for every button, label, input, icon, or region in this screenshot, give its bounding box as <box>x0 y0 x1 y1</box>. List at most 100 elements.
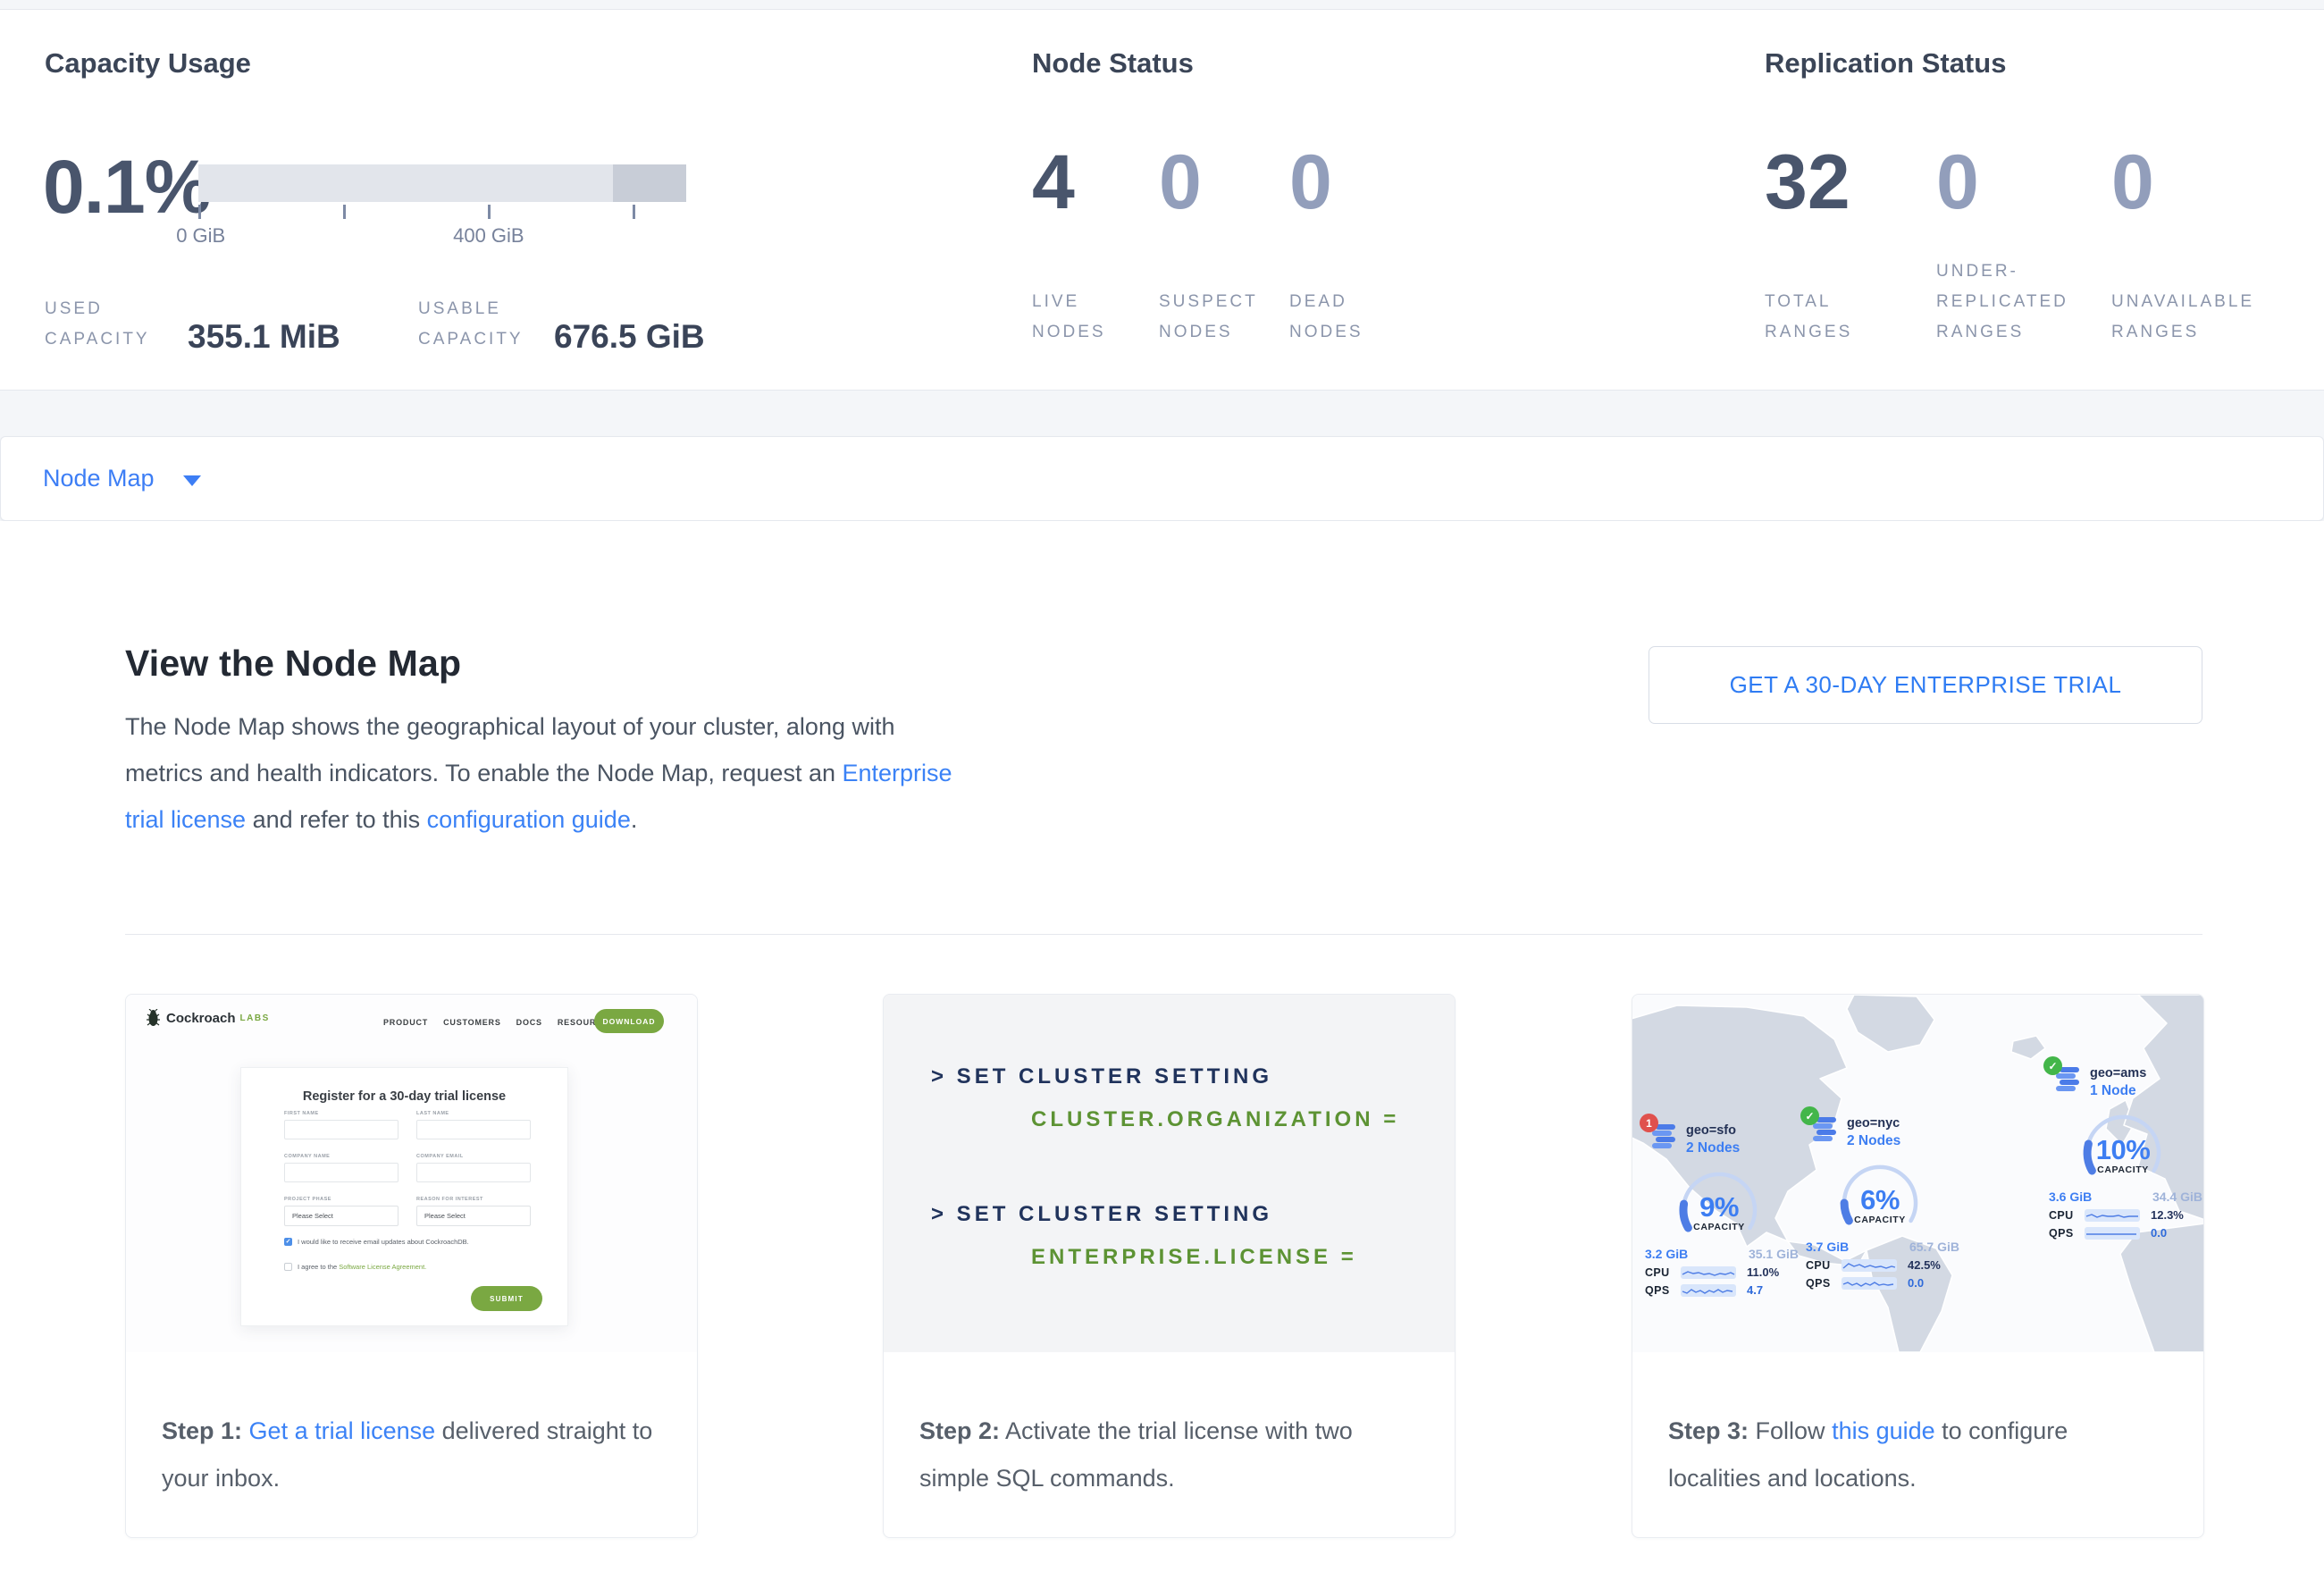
intro-text: . <box>631 806 638 833</box>
unavailable-ranges-value: 0 <box>2111 144 2290 221</box>
node-status-labels: LIVE NODES SUSPECT NODES DEAD NODES <box>1032 228 1441 348</box>
dead-nodes-label: DEAD NODES <box>1289 287 1386 348</box>
this-guide-link[interactable]: this guide <box>1832 1417 1935 1444</box>
field-label: PROJECT PHASE <box>284 1197 331 1202</box>
registration-site-thumbnail: Cockroach LABS PRODUCT CUSTOMERS DOCS RE… <box>126 995 697 1352</box>
cpu-sparkline-icon <box>1681 1266 1736 1279</box>
node-status-section: Node Status 4 0 0 LIVE NODES SUSPECT NOD… <box>1032 47 1675 387</box>
map-node-ams: ✓ geo=ams 1 Node <box>2049 1064 2203 1240</box>
unavailable-ranges-label: UNAVAILABLE RANGES <box>2111 287 2270 348</box>
step-number: Step 2: <box>919 1417 1000 1444</box>
cpu-label: CPU <box>1806 1259 1842 1272</box>
capacity-axis: 0 GiB 400 GiB <box>198 205 686 258</box>
gauge-caption: CAPACITY <box>1831 1215 1929 1225</box>
ams-header: ✓ geo=ams 1 Node <box>2049 1064 2203 1106</box>
cpu-label: CPU <box>1645 1266 1681 1279</box>
used-capacity-value: 355.1 MiB <box>188 319 386 355</box>
qps-value: 4.7 <box>1747 1283 1763 1297</box>
step3-card: 1 geo=sfo 2 Nodes <box>1632 994 2204 1538</box>
checkbox-label: I would like to receive email updates ab… <box>298 1238 469 1246</box>
cpu-row: CPU 12.3% <box>2049 1208 2203 1222</box>
configuration-guide-link[interactable]: configuration guide <box>427 806 631 833</box>
cpu-sparkline-icon <box>1842 1259 1897 1272</box>
locality-name: geo=sfo <box>1686 1122 1802 1139</box>
total-ranges-value: 32 <box>1765 144 1936 221</box>
capacity-gauge: 9% CAPACITY <box>1670 1164 1768 1250</box>
step1-illustration: Cockroach LABS PRODUCT CUSTOMERS DOCS RE… <box>126 995 697 1352</box>
replication-status-labels: TOTAL RANGES UNDER-REPLICATED RANGES UNA… <box>1765 228 2290 348</box>
checkbox-label: I agree to the Software License Agreemen… <box>298 1263 426 1271</box>
qps-label: QPS <box>1806 1277 1842 1290</box>
gauge-caption: CAPACITY <box>1670 1222 1768 1232</box>
axis-tick-label: 400 GiB <box>453 224 524 248</box>
locality-name: geo=nyc <box>1847 1114 1963 1132</box>
cluster-summary-panel: Capacity Usage 0.1% 0 GiB 400 GiB USED C… <box>0 9 2324 391</box>
qps-sparkline-icon <box>1842 1277 1897 1290</box>
caption-text: Follow <box>1749 1417 1832 1444</box>
field-label: FIRST NAME <box>284 1111 319 1116</box>
checkbox-empty-icon <box>284 1263 292 1271</box>
replication-status-values: 32 0 0 <box>1765 144 2290 221</box>
step-number: Step 1: <box>162 1417 242 1444</box>
healthy-badge: ✓ <box>2043 1056 2062 1075</box>
sql-setting-line: CLUSTER.ORGANIZATION = <box>1031 1107 1399 1132</box>
nyc-header: ✓ geo=nyc 2 Nodes <box>1806 1114 1963 1156</box>
axis-tick-label: 0 GiB <box>176 224 225 248</box>
text-input <box>284 1163 399 1182</box>
map-node-sfo: 1 geo=sfo 2 Nodes <box>1645 1122 1802 1297</box>
step2-caption: Step 2: Activate the trial license with … <box>884 1352 1455 1538</box>
cpu-value: 11.0% <box>1747 1265 1779 1279</box>
sql-setting-line: ENTERPRISE.LICENSE = <box>1031 1245 1357 1270</box>
cpu-sparkline-icon <box>2085 1209 2140 1222</box>
suspect-nodes-label: SUSPECT NODES <box>1159 287 1264 348</box>
step1-caption: Step 1: Get a trial license delivered st… <box>126 1352 697 1538</box>
cluster-overview-page: Capacity Usage 0.1% 0 GiB 400 GiB USED C… <box>0 0 2324 1589</box>
replication-status-section: Replication Status 32 0 0 TOTAL RANGES U… <box>1765 47 2319 387</box>
gauge-percent: 6% <box>1831 1184 1929 1216</box>
gauge-caption: CAPACITY <box>2074 1164 2172 1175</box>
capacity-used-percent: 0.1% <box>43 144 210 231</box>
capacity-details: USED CAPACITY 355.1 MiB USABLE CAPACITY … <box>45 294 705 355</box>
cpu-row: CPU 11.0% <box>1645 1265 1802 1279</box>
dead-nodes-value: 0 <box>1289 144 1441 221</box>
qps-sparkline-icon <box>2085 1227 2140 1240</box>
caption-text <box>242 1417 249 1444</box>
qps-row: QPS 0.0 <box>2049 1226 2203 1240</box>
get-enterprise-trial-button[interactable]: GET A 30-DAY ENTERPRISE TRIAL <box>1649 646 2202 724</box>
under-replicated-ranges-label: UNDER-REPLICATED RANGES <box>1936 256 2084 348</box>
download-pill: DOWNLOAD <box>594 1009 664 1033</box>
node-map-placeholder-content: View the Node Map The Node Map shows the… <box>0 521 2324 1589</box>
text-input <box>416 1163 531 1182</box>
node-map-dropdown[interactable]: Node Map <box>43 465 201 492</box>
capacity-usage-section: Capacity Usage 0.1% 0 GiB 400 GiB USED C… <box>45 47 724 387</box>
healthy-badge: ✓ <box>1800 1106 1819 1125</box>
sfo-header: 1 geo=sfo 2 Nodes <box>1645 1122 1802 1163</box>
cpu-row: CPU 42.5% <box>1806 1258 1963 1272</box>
select-input: Please Select <box>416 1206 531 1226</box>
select-input: Please Select <box>284 1206 399 1226</box>
roach-icon <box>146 1009 161 1028</box>
license-agreement-link: Software License Agreement. <box>339 1263 426 1271</box>
capacity-gauge: 6% CAPACITY <box>1831 1157 1929 1243</box>
section-divider <box>125 934 2202 935</box>
field-label: REASON FOR INTEREST <box>416 1197 483 1202</box>
locality-node-count: 1 Node <box>2090 1082 2203 1100</box>
axis-tick <box>633 205 635 219</box>
alert-badge: 1 <box>1640 1114 1658 1132</box>
field-label: LAST NAME <box>416 1111 449 1116</box>
email-updates-checkbox-row: ✓ I would like to receive email updates … <box>284 1238 469 1246</box>
step-number: Step 3: <box>1668 1417 1749 1444</box>
chevron-down-icon <box>183 475 201 486</box>
get-trial-license-link[interactable]: Get a trial license <box>249 1417 436 1444</box>
capacity-usage-title: Capacity Usage <box>45 47 724 80</box>
capacity-gauge: 10% CAPACITY <box>2074 1107 2172 1193</box>
cpu-label: CPU <box>2049 1209 2085 1222</box>
intro-text: The Node Map shows the geographical layo… <box>125 713 895 786</box>
suspect-nodes-value: 0 <box>1159 144 1289 221</box>
brand-suffix: LABS <box>240 1013 270 1023</box>
map-node-nyc: ✓ geo=nyc 2 Nodes <box>1806 1114 1963 1290</box>
nav-item: PRODUCT <box>383 1018 428 1027</box>
cpu-value: 12.3% <box>2151 1208 2184 1222</box>
capacity-bar <box>198 164 686 202</box>
node-status-values: 4 0 0 <box>1032 144 1441 221</box>
